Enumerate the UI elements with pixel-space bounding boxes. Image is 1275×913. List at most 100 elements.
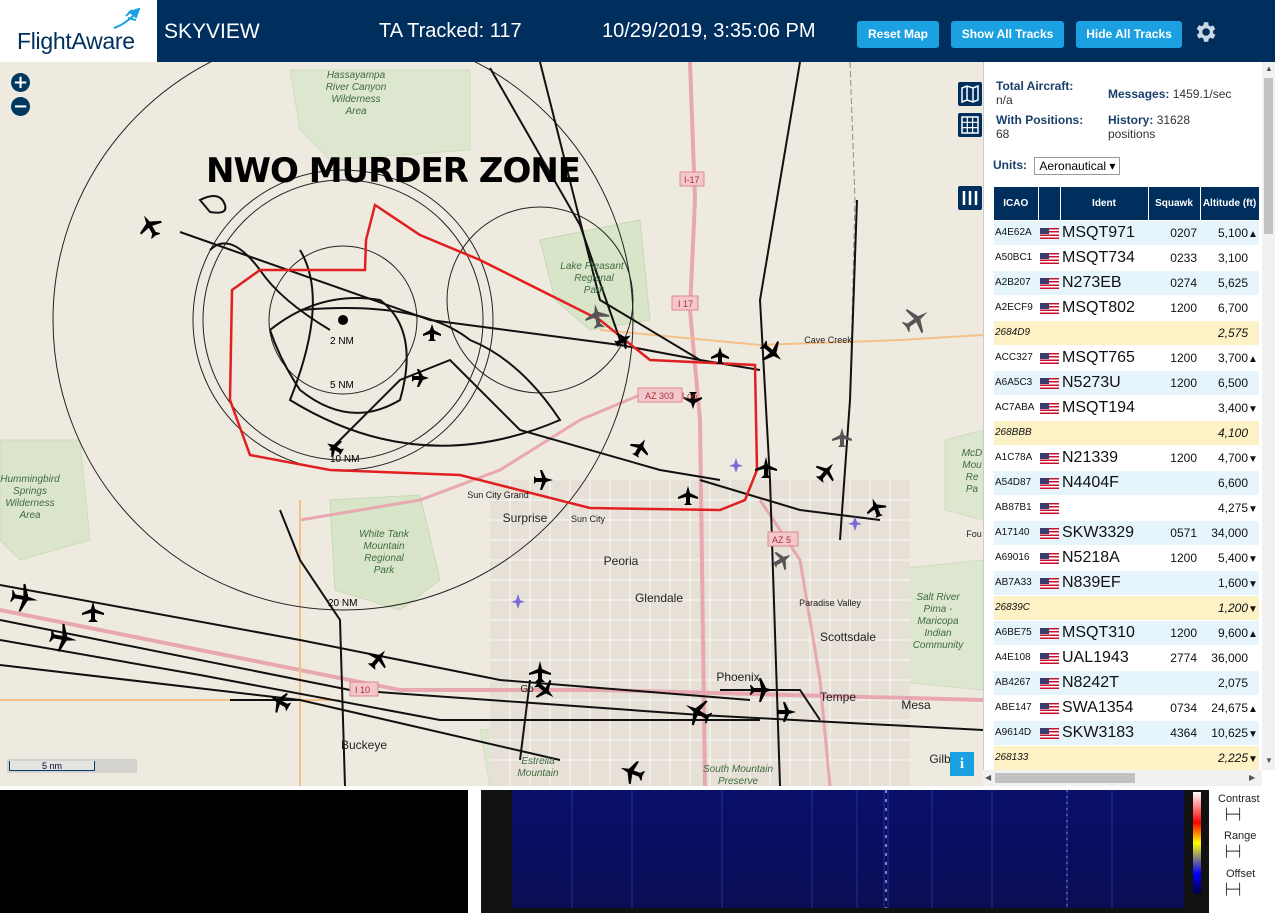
logo-text: FlightAware bbox=[17, 28, 135, 54]
scroll-right-icon[interactable]: ▶ bbox=[1249, 773, 1255, 782]
col-altitude[interactable]: Altitude (ft) bbox=[1200, 187, 1260, 220]
altitude-value: 3,400 bbox=[1217, 400, 1248, 415]
col-squawk[interactable]: Squawk bbox=[1148, 187, 1201, 220]
map-canvas[interactable]: 2 NM 5 NM 10 NM 20 NM Hassayampa River C… bbox=[0, 62, 983, 786]
panel-vertical-scrollbar[interactable]: ▲ ▼ bbox=[1262, 62, 1275, 770]
svg-text:River Canyon: River Canyon bbox=[326, 82, 387, 93]
aircraft-icao: AB87B1 bbox=[994, 494, 1038, 520]
country-flag-icon bbox=[1038, 444, 1060, 470]
spectrum-waterfall[interactable] bbox=[512, 790, 1184, 908]
vertical-scroll-thumb[interactable] bbox=[1264, 78, 1273, 234]
flightaware-logo[interactable]: FlightAware bbox=[0, 0, 157, 62]
svg-text:Mountain: Mountain bbox=[363, 541, 405, 552]
scroll-left-icon[interactable]: ◀ bbox=[985, 773, 991, 782]
table-row[interactable]: A69016 N5218A 1200 5,400▼ bbox=[994, 544, 1259, 570]
grid-button[interactable] bbox=[958, 113, 982, 137]
aircraft-icao: A4E108 bbox=[994, 644, 1038, 670]
aircraft-ident: MSQT765 bbox=[1060, 344, 1148, 370]
svg-text:Scottsdale: Scottsdale bbox=[820, 630, 876, 644]
col-icao[interactable]: ICAO bbox=[994, 187, 1039, 220]
table-row[interactable]: A9614D SKW3183 4364 10,625▼ bbox=[994, 719, 1259, 745]
columns-button[interactable] bbox=[958, 186, 982, 210]
reset-map-button[interactable]: Reset Map bbox=[857, 21, 939, 48]
table-row[interactable]: A50BC1 MSQT734 0233 3,100 bbox=[994, 244, 1259, 270]
svg-text:Salt River: Salt River bbox=[916, 592, 960, 603]
aircraft-squawk bbox=[1148, 569, 1200, 595]
aircraft-icao: A4E62A bbox=[994, 219, 1038, 245]
overlay-title: NWO MURDER ZONE bbox=[206, 151, 580, 191]
history-label: History: bbox=[1108, 113, 1154, 127]
tracked-count: TA Tracked: 117 bbox=[379, 20, 522, 42]
table-row[interactable]: A1C78A N21339 1200 4,700▼ bbox=[994, 444, 1259, 470]
altitude-trend-icon: ▼ bbox=[1248, 753, 1258, 765]
zoom-out-button[interactable]: − bbox=[11, 97, 30, 116]
messages-value: 1459.1/sec bbox=[1172, 87, 1232, 101]
table-row[interactable]: 2684D9 2,575 bbox=[994, 319, 1259, 345]
units-select[interactable]: Aeronautical ▾ bbox=[1034, 157, 1121, 175]
table-row[interactable]: ABE147 SWA1354 0734 24,675▲ bbox=[994, 694, 1259, 720]
table-row[interactable]: 268133 2,225▼ bbox=[994, 744, 1259, 770]
table-row[interactable]: A6A5C3 N5273U 1200 6,500 bbox=[994, 369, 1259, 395]
aircraft-altitude: 24,675▲ bbox=[1200, 694, 1259, 720]
svg-text:Area: Area bbox=[18, 510, 41, 521]
table-row[interactable]: AB4267 N8242T 2,075 bbox=[994, 669, 1259, 695]
bottom-area: Contrast ├─┤ Range ├─┤ Offset ├─┤ bbox=[0, 786, 1275, 913]
scroll-down-icon[interactable]: ▼ bbox=[1265, 756, 1273, 765]
scroll-up-icon[interactable]: ▲ bbox=[1265, 64, 1273, 73]
svg-text:Hummingbird: Hummingbird bbox=[0, 474, 60, 485]
aircraft-altitude: 6,700 bbox=[1200, 294, 1259, 320]
country-flag-icon bbox=[1038, 394, 1060, 420]
table-row[interactable]: A6BE75 MSQT310 1200 9,600▲ bbox=[994, 619, 1259, 645]
app-name: SKYVIEW bbox=[164, 20, 260, 43]
panel-horizontal-scrollbar[interactable]: ◀ ▶ bbox=[983, 770, 1262, 786]
altitude-value: 4,700 bbox=[1217, 450, 1248, 465]
map-view[interactable]: 2 NM 5 NM 10 NM 20 NM Hassayampa River C… bbox=[0, 62, 983, 786]
aircraft-icao: A2B207 bbox=[994, 269, 1038, 295]
aircraft-ident bbox=[1060, 744, 1148, 770]
table-row[interactable]: 26839C 1,200▼ bbox=[994, 594, 1259, 620]
aircraft-icao: 2684D9 bbox=[994, 319, 1038, 345]
country-flag-icon bbox=[1038, 519, 1060, 545]
range-slider[interactable]: ├─┤ bbox=[1223, 845, 1243, 858]
table-row[interactable]: A2B207 N273EB 0274 5,625 bbox=[994, 269, 1259, 295]
us-flag-icon bbox=[1039, 527, 1059, 539]
map-icon bbox=[961, 84, 979, 104]
info-button[interactable]: i bbox=[950, 752, 974, 776]
table-row[interactable]: A4E108 UAL1943 2774 36,000 bbox=[994, 644, 1259, 670]
table-row[interactable]: A2ECF9 MSQT802 1200 6,700 bbox=[994, 294, 1259, 320]
offset-slider[interactable]: ├─┤ bbox=[1223, 883, 1243, 896]
table-row[interactable]: A54D87 N4404F 6,600 bbox=[994, 469, 1259, 495]
table-row[interactable]: A17140 SKW3329 0571 34,000 bbox=[994, 519, 1259, 545]
svg-text:20 NM: 20 NM bbox=[328, 598, 357, 609]
map-scale: 5 nm bbox=[7, 759, 137, 773]
table-row[interactable]: A4E62A MSQT971 0207 5,100▲ bbox=[994, 219, 1259, 245]
col-ident[interactable]: Ident bbox=[1060, 187, 1149, 220]
altitude-value: 4,100 bbox=[1217, 425, 1248, 440]
svg-text:White Tank: White Tank bbox=[359, 529, 410, 540]
svg-text:Community: Community bbox=[913, 640, 965, 651]
table-row[interactable]: AB7A33 N839EF 1,600▼ bbox=[994, 569, 1259, 595]
scale-label: 5 nm bbox=[9, 761, 95, 771]
svg-text:I 17: I 17 bbox=[678, 299, 693, 309]
svg-text:Peoria: Peoria bbox=[604, 554, 639, 568]
contrast-slider[interactable]: ├─┤ bbox=[1223, 808, 1243, 821]
plane-logo-icon bbox=[113, 8, 140, 29]
svg-text:I 10: I 10 bbox=[355, 685, 370, 695]
col-flag[interactable] bbox=[1038, 187, 1061, 220]
map-layers-button[interactable] bbox=[958, 82, 982, 106]
show-all-tracks-button[interactable]: Show All Tracks bbox=[951, 21, 1064, 48]
svg-text:Wilderness: Wilderness bbox=[5, 498, 54, 509]
altitude-value: 2,075 bbox=[1217, 675, 1248, 690]
aircraft-icao: A1C78A bbox=[994, 444, 1038, 470]
zoom-in-button[interactable]: + bbox=[11, 73, 30, 92]
table-row[interactable]: AC7ABA MSQT194 3,400▼ bbox=[994, 394, 1259, 420]
hide-all-tracks-button[interactable]: Hide All Tracks bbox=[1076, 21, 1182, 48]
altitude-value: 4,275 bbox=[1217, 500, 1248, 515]
horizontal-scroll-thumb[interactable] bbox=[995, 773, 1135, 783]
table-row[interactable]: ACC327 MSQT765 1200 3,700▲ bbox=[994, 344, 1259, 370]
settings-gear-icon[interactable] bbox=[1192, 19, 1218, 45]
table-row[interactable]: AB87B1 4,275▼ bbox=[994, 494, 1259, 520]
altitude-value: 2,575 bbox=[1217, 325, 1248, 340]
aircraft-ident: SKW3329 bbox=[1060, 519, 1148, 545]
table-row[interactable]: 268BBB 4,100 bbox=[994, 419, 1259, 445]
